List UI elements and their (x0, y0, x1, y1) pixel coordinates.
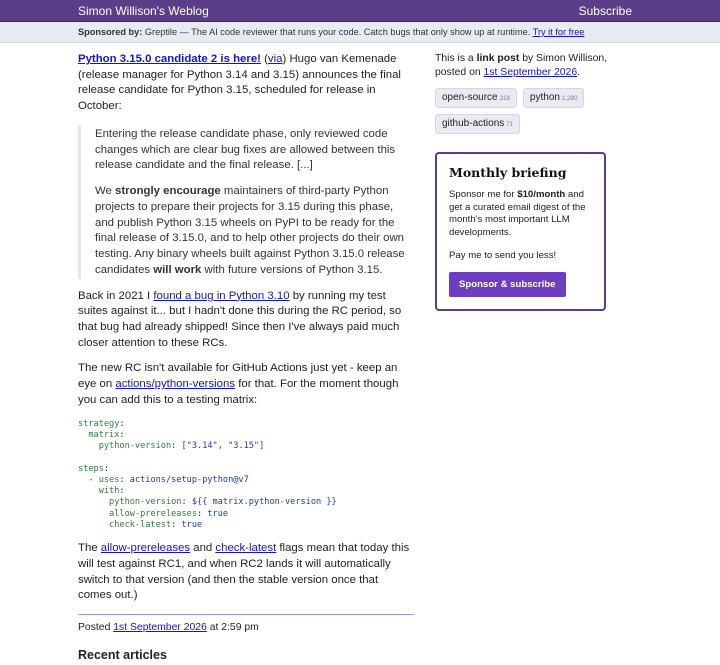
paragraph-text: Back in 2021 I (78, 289, 154, 302)
code-key: python-version (78, 441, 172, 452)
code-key: matrix (78, 429, 120, 440)
code-punct: : (171, 519, 182, 530)
tag-label: github-actions (442, 117, 505, 129)
code-value: ${{ matrix.python-version }} (191, 497, 337, 508)
code-key: strategy (78, 418, 120, 429)
sponsor-text: Sponsored by: Greptile — The AI code rev… (78, 26, 584, 39)
code-value: true (181, 519, 203, 530)
posted-time: at 2:59 pm (206, 622, 259, 634)
allow-prereleases-link[interactable]: allow-prereleases (101, 542, 190, 554)
code-punct: : (171, 441, 182, 452)
tag-count: 318 (499, 95, 510, 103)
briefing-tagline: Pay me to send you less! (449, 249, 557, 261)
python-versions-link[interactable]: actions/python-versions (115, 378, 235, 390)
sponsor-label: Sponsored by: (78, 27, 143, 37)
recent-articles-heading: Recent articles (78, 648, 167, 663)
code-punct: : (119, 418, 125, 429)
sponsor-subscribe-button[interactable]: Sponsor & subscribe (449, 272, 566, 298)
paragraph-flags: The allow-prereleases and check-latest f… (78, 541, 414, 604)
entry-content: Python 3.15.0 candidate 2 is here! (via)… (78, 52, 414, 665)
briefing-text-part: Sponsor me for (449, 188, 518, 200)
code-key: allow-prereleases (78, 508, 197, 519)
meta-text: . (577, 67, 580, 79)
code-punct: : (119, 474, 130, 485)
site-title-link[interactable]: Simon Willison's Weblog (78, 3, 209, 20)
tag-open-source[interactable]: open-source 318 (435, 88, 517, 108)
code-key: uses (98, 474, 120, 485)
yaml-code-block: strategy: matrix: python-version: ["3.14… (78, 419, 414, 532)
code-punct: : (119, 486, 125, 497)
posted-date-link[interactable]: 1st September 2026 (113, 622, 207, 633)
tag-label: python (529, 92, 560, 104)
entry-title-link[interactable]: Python 3.15.0 candidate 2 is here! (78, 53, 261, 65)
sponsor-banner: Sponsored by: Greptile — The AI code rev… (0, 22, 720, 43)
briefing-text: Sponsor me for $10/month and get a curat… (449, 189, 592, 240)
posted-meta: Posted 1st September 2026 at 2:59 pm (78, 621, 414, 635)
monthly-briefing-box: Monthly briefing Sponsor me for $10/mont… (435, 151, 606, 312)
code-value: actions/setup-python@v7 (129, 474, 249, 485)
quote-emphasis: strongly encourage (115, 185, 221, 198)
tag-label: open-source (442, 92, 498, 104)
code-punct: : (119, 429, 125, 440)
code-punct: : (197, 508, 208, 519)
code-punct: : (103, 463, 110, 474)
briefing-price: $10/month (517, 188, 566, 200)
quote-paragraph-2: We strongly encourage maintainers of thi… (95, 184, 414, 278)
sidebar: This is a link post by Simon Willison, p… (435, 52, 610, 312)
code-key: with (78, 486, 120, 497)
paragraph-text: The (78, 542, 101, 555)
code-punct: : (181, 497, 192, 508)
tag-count: 71 (506, 120, 514, 128)
code-key: python-version (78, 497, 182, 508)
paragraph-github-actions: The new RC isn't available for GitHub Ac… (78, 361, 414, 408)
via-open: ( (260, 53, 268, 65)
code-value: ["3.14", "3.15"] (181, 441, 265, 452)
check-latest-link[interactable]: check-latest (215, 542, 276, 554)
sponsor-cta-link[interactable]: Try it for free (533, 27, 585, 37)
tag-python[interactable]: python 1,280 (522, 88, 585, 108)
quote-text: We (95, 185, 116, 198)
tag-count: 1,280 (561, 95, 578, 103)
sponsor-message: Greptile — The AI code reviewer that run… (144, 27, 531, 37)
meta-emphasis: link post (476, 53, 520, 64)
code-key: steps (78, 463, 104, 474)
briefing-title: Monthly briefing (449, 164, 567, 180)
posted-label: Posted (78, 622, 114, 634)
tag-github-actions[interactable]: github-actions 71 (435, 113, 521, 134)
bug-link[interactable]: found a bug in Python 3.10 (153, 290, 289, 302)
meta-date-link[interactable]: 1st September 2026 (484, 67, 578, 78)
code-value: true (207, 508, 229, 519)
quote-text: maintainers of third-party Python projec… (95, 185, 405, 276)
quote-text: with future versions of Python 3.15. (201, 263, 383, 276)
code-punct: - (78, 474, 99, 485)
code-key: check-latest (78, 519, 172, 530)
tag-list: open-source 318 python 1,280 github-action… (435, 88, 610, 134)
quote-block: Entering the release candidate phase, on… (78, 124, 414, 279)
site-header: Simon Willison's Weblog Subscribe (0, 0, 720, 22)
post-meta: This is a link post by Simon Willison, p… (435, 52, 610, 80)
entry-intro: Python 3.15.0 candidate 2 is here! (via)… (78, 52, 414, 115)
via-link[interactable]: via (268, 53, 283, 65)
subscribe-link[interactable]: Subscribe (579, 3, 632, 20)
quote-emphasis: will work (153, 263, 202, 276)
meta-text: This is a (435, 53, 477, 64)
entry-divider (78, 614, 414, 616)
paragraph-bug-story: Back in 2021 I found a bug in Python 3.1… (78, 289, 414, 352)
paragraph-text: and (190, 542, 216, 555)
quote-paragraph-1: Entering the release candidate phase, on… (95, 127, 396, 172)
